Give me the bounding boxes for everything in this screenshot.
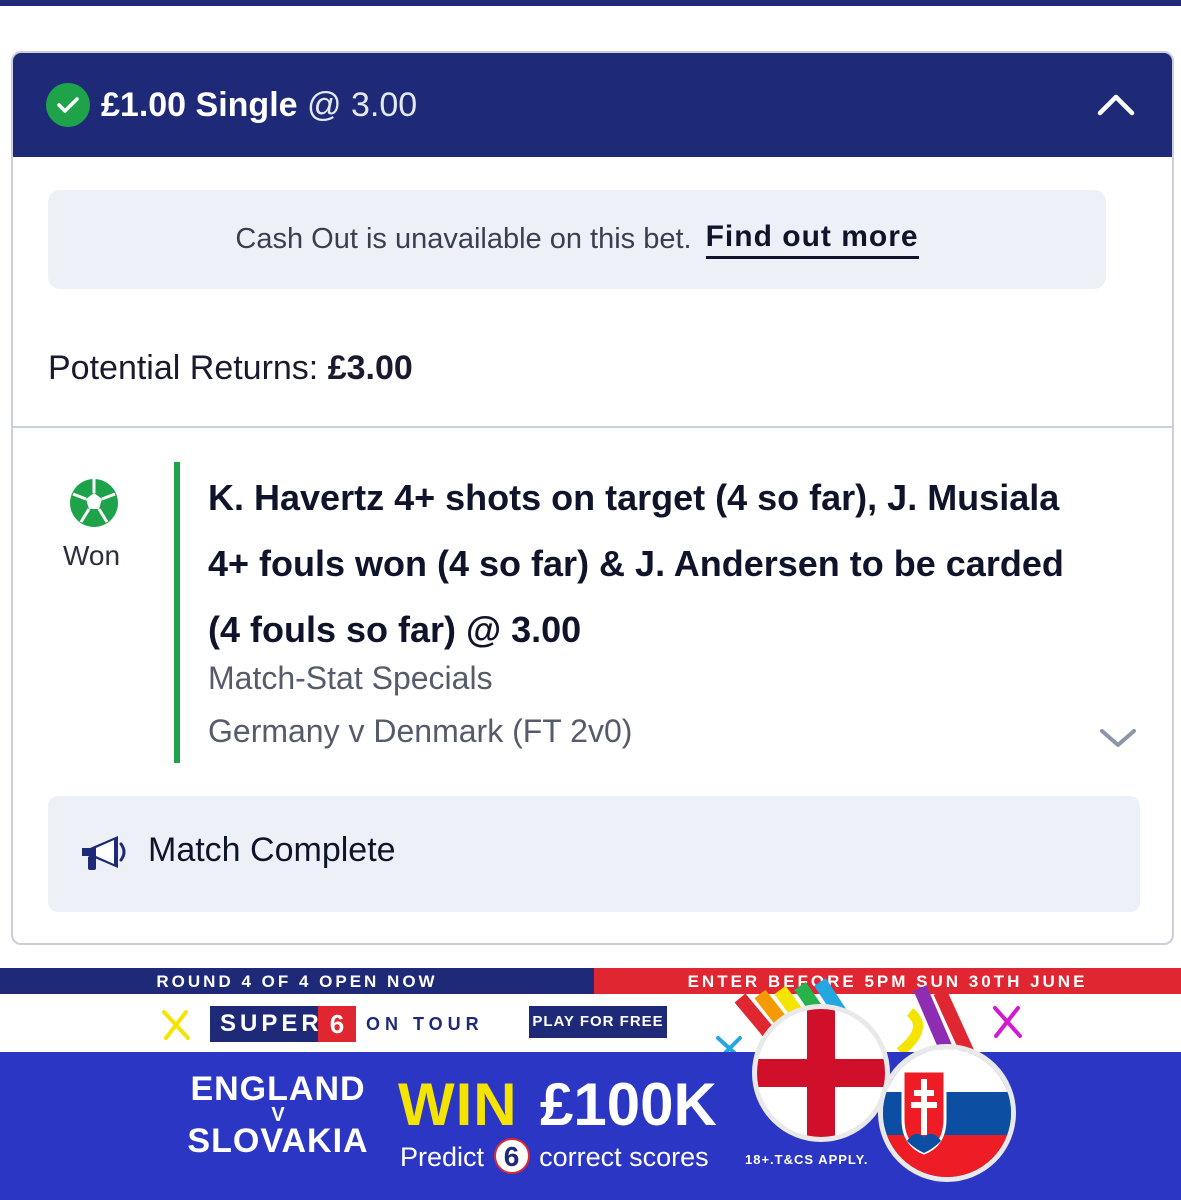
bet-odds: @ 3.00 bbox=[307, 86, 418, 124]
result-indicator-bar bbox=[174, 462, 180, 763]
bet-title: £1.00 Single @ 3.00 bbox=[101, 83, 417, 127]
top-strip bbox=[0, 0, 1181, 6]
chevron-up-icon[interactable] bbox=[1096, 89, 1136, 119]
confetti-cross-icon bbox=[162, 1010, 190, 1040]
super6-number: 6 bbox=[318, 1006, 356, 1042]
slovakia-flag-icon bbox=[878, 1044, 1016, 1182]
england-flag-icon bbox=[752, 1004, 890, 1142]
fixture: ENGLAND V SLOVAKIA bbox=[183, 1072, 373, 1158]
check-circle-icon bbox=[46, 83, 90, 127]
away-team: SLOVAKIA bbox=[187, 1122, 369, 1160]
prize-amount: £100K bbox=[540, 1071, 717, 1138]
status-text: Match Complete bbox=[148, 831, 396, 869]
bet-stake: £1.00 Single bbox=[101, 86, 298, 124]
play-for-free-button[interactable]: PLAY FOR FREE bbox=[529, 1006, 667, 1038]
bet-header[interactable]: £1.00 Single @ 3.00 bbox=[13, 53, 1172, 157]
round-strip: ROUND 4 OF 4 OPEN NOW bbox=[0, 968, 594, 994]
terms-label: 18+.T&CS APPLY. bbox=[745, 1152, 869, 1167]
super6-promo-banner[interactable]: ROUND 4 OF 4 OPEN NOW ENTER BEFORE 5PM S… bbox=[0, 968, 1181, 1200]
home-team: ENGLAND bbox=[190, 1070, 366, 1108]
potential-returns: Potential Returns: £3.00 bbox=[48, 349, 413, 388]
result-label: Won bbox=[63, 540, 121, 571]
returns-label: Potential Returns: bbox=[48, 349, 319, 387]
returns-value: £3.00 bbox=[327, 349, 413, 387]
market-name: Match-Stat Specials bbox=[208, 660, 493, 696]
cashout-notice: Cash Out is unavailable on this bet. Fin… bbox=[48, 190, 1106, 289]
win-label: WIN bbox=[398, 1071, 518, 1138]
predict-suffix: correct scores bbox=[539, 1142, 709, 1172]
selection-title: K. Havertz 4+ shots on target (4 so far)… bbox=[208, 477, 1064, 650]
football-icon bbox=[69, 478, 119, 528]
divider bbox=[13, 426, 1172, 428]
predict-number: 6 bbox=[493, 1138, 530, 1174]
find-out-more-link[interactable]: Find out more bbox=[705, 220, 919, 259]
predict-line: Predict 6 correct scores bbox=[400, 1138, 709, 1174]
predict-prefix: Predict bbox=[400, 1142, 485, 1172]
bet-card: £1.00 Single @ 3.00 Cash Out is unavaila… bbox=[11, 51, 1174, 945]
match-status: Match Complete bbox=[48, 796, 1140, 912]
cashout-message: Cash Out is unavailable on this bet. bbox=[235, 223, 692, 255]
chevron-down-icon[interactable] bbox=[1098, 723, 1138, 751]
on-tour-label: ON TOUR bbox=[366, 1014, 484, 1034]
super6-logo: SUPER 6 bbox=[210, 1006, 356, 1042]
megaphone-icon bbox=[80, 834, 128, 874]
event-name: Germany v Denmark (FT 2v0) bbox=[208, 713, 633, 749]
super6-brand: SUPER bbox=[220, 1010, 323, 1037]
